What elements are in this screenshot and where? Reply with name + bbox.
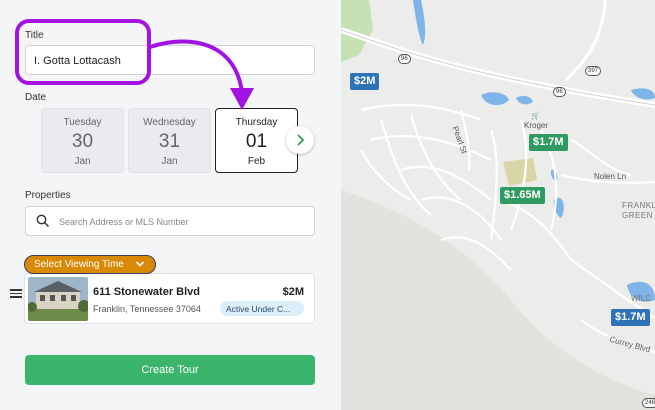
chevron-right-icon	[297, 134, 305, 146]
date-month: Feb	[247, 156, 266, 167]
map-price-tag[interactable]: $1.7M	[611, 309, 650, 326]
viewing-time-label: Select Viewing Time	[34, 259, 124, 270]
annotation-arrow-icon	[149, 39, 254, 110]
date-month: Jan	[161, 156, 178, 167]
map-label-wilc: WILC	[631, 294, 651, 303]
chevron-down-icon	[135, 261, 145, 267]
search-placeholder: Search Address or MLS Number	[59, 217, 189, 227]
date-dow: Thursday	[235, 117, 278, 128]
date-label: Date	[25, 92, 47, 103]
map-base	[341, 0, 655, 410]
map-view[interactable]: $2M $1.7M $1.65M $1.7M Kroger Pearl St N…	[341, 0, 655, 410]
map-label-franklin-green: FRANKLIN GREEN	[622, 201, 655, 220]
route-shield-397: 397	[585, 66, 602, 76]
title-label: Title	[25, 30, 44, 41]
property-address: 611 Stonewater Blvd	[93, 286, 200, 298]
route-shield-96: 96	[553, 87, 566, 97]
shopping-cart-icon: 🛒	[531, 113, 540, 120]
map-price-tag[interactable]: $1.65M	[500, 187, 545, 204]
create-tour-button[interactable]: Create Tour	[25, 355, 315, 385]
map-label-kroger: Kroger	[524, 121, 549, 130]
map-price-tag[interactable]: $2M	[350, 73, 380, 90]
date-card-tuesday[interactable]: Tuesday 30 Jan	[41, 108, 124, 173]
property-search-input[interactable]: Search Address or MLS Number	[25, 206, 315, 236]
date-dow: Wednesday	[143, 117, 196, 128]
select-viewing-time-dropdown[interactable]: Select Viewing Time	[24, 255, 156, 274]
property-city: Franklin, Tennessee 37064	[93, 304, 201, 314]
property-photo	[28, 277, 88, 321]
search-icon	[36, 214, 50, 228]
date-dow: Tuesday	[63, 117, 102, 128]
properties-label: Properties	[25, 190, 71, 201]
date-day: 01	[245, 131, 268, 152]
date-month: Jan	[74, 156, 91, 167]
date-day: 31	[158, 131, 181, 152]
map-price-tag[interactable]: $1.7M	[529, 134, 568, 151]
date-day: 30	[71, 131, 94, 152]
tour-form-panel: Title I. Gotta Lottacash Date Tuesday 30…	[0, 0, 341, 410]
route-shield-96: 96	[398, 54, 411, 64]
map-label-nolen-ln: Nolen Ln	[594, 172, 627, 181]
drag-handle-icon[interactable]	[10, 289, 22, 300]
property-price: $2M	[282, 286, 304, 298]
date-card-wednesday[interactable]: Wednesday 31 Jan	[128, 108, 211, 173]
next-dates-button[interactable]	[286, 126, 314, 154]
status-badge: Active Under C...	[220, 301, 304, 316]
property-card[interactable]: 611 Stonewater Blvd Franklin, Tennessee …	[24, 273, 315, 324]
route-shield-246: 246	[642, 398, 655, 408]
